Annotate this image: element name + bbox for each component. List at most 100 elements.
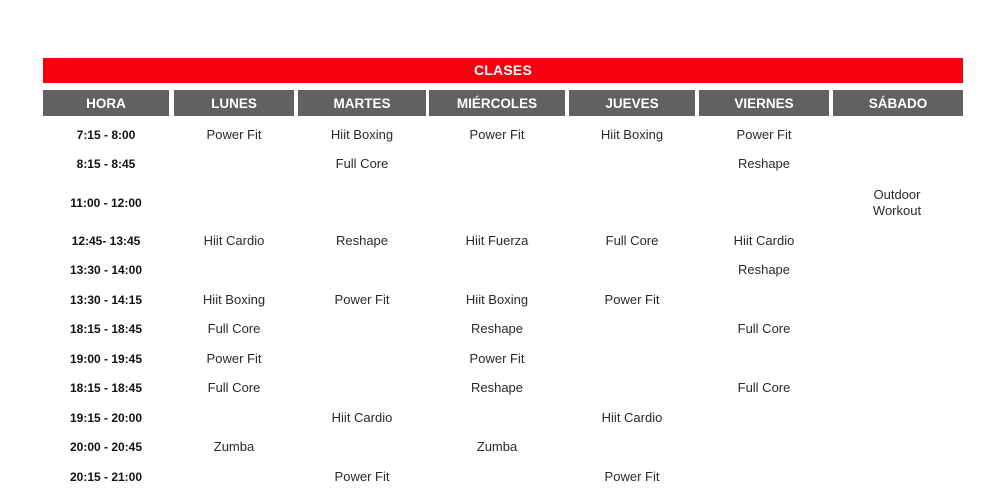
schedule-row: 7:15 - 8:00 Power Fit Hiit Boxing Power Fit…	[43, 120, 963, 150]
class-cell-martes: Hiit Cardio	[331, 409, 393, 425]
class-cell-sabado	[833, 315, 961, 345]
class-cell-viernes	[699, 179, 829, 226]
class-cell-miercoles: Power Fit	[469, 126, 525, 142]
class-cell-jueves	[569, 150, 695, 180]
class-cell-viernes: Reshape	[737, 262, 791, 278]
schedule-row: 20:00 - 20:45 Zumba Zumba	[43, 433, 963, 463]
header-hora: HORA	[43, 90, 169, 116]
time-cell: 13:30 - 14:15	[69, 292, 143, 307]
class-cell-martes	[298, 315, 426, 345]
class-cell-viernes: Full Core	[737, 321, 791, 337]
class-cell-jueves	[569, 433, 695, 463]
class-cell-viernes: Full Core	[737, 380, 791, 396]
class-cell-sabado	[833, 285, 961, 315]
header-row: HORA LUNES MARTES MIÉRCOLES JUEVES VIERN…	[43, 90, 963, 116]
class-cell-miercoles	[429, 256, 565, 286]
class-cell-viernes	[699, 344, 829, 374]
class-cell-martes: Power Fit	[334, 291, 390, 307]
class-cell-miercoles: Reshape	[470, 380, 524, 396]
class-cell-sabado	[833, 374, 961, 404]
header-sabado: SÁBADO	[833, 90, 963, 116]
class-cell-lunes: Hiit Cardio	[203, 232, 265, 248]
class-cell-miercoles: Hiit Fuerza	[465, 232, 529, 248]
class-cell-miercoles: Reshape	[470, 321, 524, 337]
class-cell-lunes	[174, 462, 294, 492]
class-cell-sabado	[833, 462, 961, 492]
class-cell-jueves	[569, 344, 695, 374]
class-cell-martes	[298, 433, 426, 463]
class-cell-lunes	[174, 403, 294, 433]
time-cell: 20:15 - 21:00	[69, 469, 143, 484]
time-cell: 19:00 - 19:45	[69, 351, 143, 366]
header-miercoles: MIÉRCOLES	[429, 90, 565, 116]
class-cell-viernes: Reshape	[737, 156, 791, 172]
class-cell-lunes: Hiit Boxing	[202, 291, 266, 307]
class-schedule: CLASES HORA LUNES MARTES MIÉRCOLES JUEVE…	[43, 58, 963, 492]
class-cell-lunes	[174, 150, 294, 180]
class-cell-miercoles	[429, 150, 565, 180]
class-cell-lunes: Zumba	[213, 439, 255, 455]
class-cell-jueves	[569, 256, 695, 286]
class-cell-lunes: Full Core	[207, 380, 261, 396]
class-cell-viernes: Hiit Cardio	[733, 232, 795, 248]
class-cell-miercoles	[429, 462, 565, 492]
time-cell: 18:15 - 18:45	[69, 381, 143, 396]
class-cell-jueves: Hiit Boxing	[600, 126, 664, 142]
class-cell-martes: Reshape	[335, 232, 389, 248]
schedule-row: 13:30 - 14:15 Hiit Boxing Power Fit Hiit Bo…	[43, 285, 963, 315]
time-cell: 13:30 - 14:00	[69, 263, 143, 278]
class-cell-viernes	[699, 285, 829, 315]
time-cell: 19:15 - 20:00	[69, 410, 143, 425]
class-cell-martes	[298, 344, 426, 374]
class-cell-martes	[298, 179, 426, 226]
class-cell-jueves	[569, 179, 695, 226]
time-cell: 12:45- 13:45	[71, 233, 141, 248]
class-cell-martes	[298, 374, 426, 404]
class-cell-sabado	[833, 403, 961, 433]
class-cell-viernes	[699, 433, 829, 463]
schedule-title: CLASES	[43, 58, 963, 83]
class-cell-sabado	[833, 150, 961, 180]
class-cell-sabado: Outdoor Workout	[872, 186, 922, 218]
class-cell-sabado	[833, 256, 961, 286]
schedule-row: 19:00 - 19:45 Power Fit Power Fit	[43, 344, 963, 374]
class-cell-sabado	[833, 226, 961, 256]
class-cell-lunes	[174, 179, 294, 226]
class-cell-miercoles	[429, 403, 565, 433]
schedule-rows: 7:15 - 8:00 Power Fit Hiit Boxing Power Fit…	[43, 120, 963, 492]
schedule-row: 8:15 - 8:45 Full Core Reshape	[43, 150, 963, 180]
header-martes: MARTES	[298, 90, 426, 116]
class-cell-miercoles	[429, 179, 565, 226]
header-jueves: JUEVES	[569, 90, 695, 116]
class-cell-lunes: Power Fit	[206, 350, 262, 366]
time-cell: 11:00 - 12:00	[70, 195, 142, 210]
schedule-row: 11:00 - 12:00 Outdoor Workout	[43, 179, 963, 226]
class-cell-jueves: Power Fit	[604, 291, 660, 307]
class-cell-sabado	[833, 120, 961, 150]
class-cell-lunes: Power Fit	[206, 126, 262, 142]
class-cell-sabado	[833, 433, 961, 463]
class-cell-lunes: Full Core	[207, 321, 261, 337]
class-cell-viernes	[699, 462, 829, 492]
class-cell-miercoles: Zumba	[476, 439, 518, 455]
class-cell-jueves	[569, 315, 695, 345]
class-cell-jueves	[569, 374, 695, 404]
class-cell-martes: Hiit Boxing	[330, 126, 394, 142]
class-cell-martes: Full Core	[335, 156, 389, 172]
header-lunes: LUNES	[174, 90, 294, 116]
class-cell-miercoles: Hiit Boxing	[465, 291, 529, 307]
time-cell: 20:00 - 20:45	[69, 440, 143, 455]
class-cell-lunes	[174, 256, 294, 286]
class-cell-jueves: Full Core	[605, 232, 659, 248]
schedule-row: 19:15 - 20:00 Hiit Cardio Hiit Cardio	[43, 403, 963, 433]
class-cell-viernes	[699, 403, 829, 433]
schedule-row: 18:15 - 18:45 Full Core Reshape Full Core	[43, 374, 963, 404]
time-cell: 18:15 - 18:45	[69, 322, 143, 337]
schedule-row: 18:15 - 18:45 Full Core Reshape Full Core	[43, 315, 963, 345]
schedule-row: 13:30 - 14:00 Reshape	[43, 256, 963, 286]
class-cell-jueves: Power Fit	[604, 468, 660, 484]
class-cell-martes	[298, 256, 426, 286]
class-cell-jueves: Hiit Cardio	[601, 409, 663, 425]
class-cell-martes: Power Fit	[334, 468, 390, 484]
class-cell-miercoles: Power Fit	[469, 350, 525, 366]
